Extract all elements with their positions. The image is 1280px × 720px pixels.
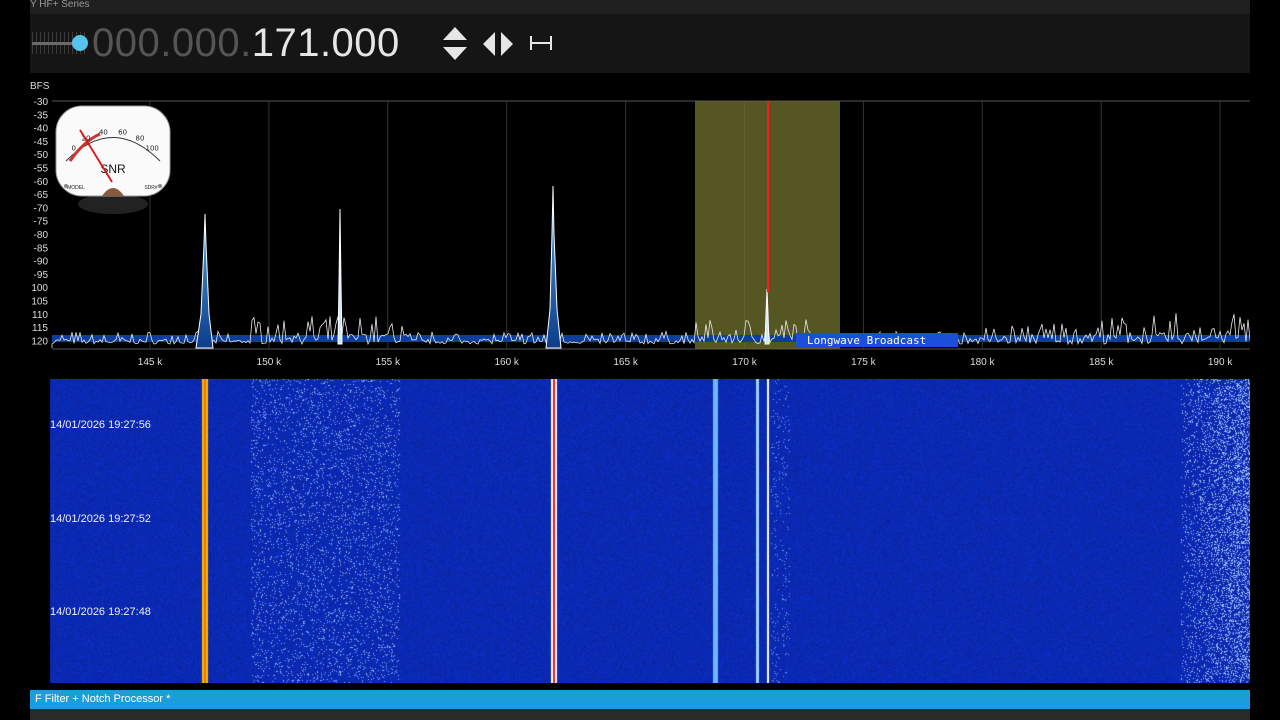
db-tick-label: 110 bbox=[32, 310, 48, 321]
frequency-tick-label: 150 k bbox=[257, 357, 282, 368]
frequency-tick-label: 145 k bbox=[138, 357, 163, 368]
db-tick-label: -90 bbox=[34, 257, 49, 268]
volume-slider-knob[interactable] bbox=[72, 35, 88, 51]
frequency-digits[interactable]: 171.000 bbox=[252, 21, 400, 65]
frequency-tick-label: 170 k bbox=[732, 357, 757, 368]
spectrum-analyzer[interactable]: Longwave Broadcast -30 -35 -40 -45 -50 -55 -60… bbox=[30, 94, 1250, 374]
db-tick-label: -40 bbox=[34, 124, 49, 135]
frequency-tick-label: 160 k bbox=[494, 357, 519, 368]
snr-meter-scale-label: 60 bbox=[118, 129, 127, 137]
db-scale: -30 -35 -40 -45 -50 -55 -60 -65 -70 -75 -80 -85 -90 -… bbox=[31, 97, 48, 347]
waterfall-timestamp: 14/01/2026 19:27:56 bbox=[50, 419, 151, 431]
db-tick-label: -85 bbox=[34, 243, 49, 254]
spectrum-unit-label: BFS bbox=[30, 81, 50, 92]
left-right-arrows-icon[interactable] bbox=[481, 29, 515, 59]
frequency-tick-label: 155 k bbox=[376, 357, 401, 368]
frequency-tick-label: 190 k bbox=[1208, 357, 1233, 368]
snr-meter-scale-label: 0 bbox=[72, 144, 76, 152]
frequency-scale: 145 k 150 k 155 k 160 k 165 k 170 k 175 k 180 k… bbox=[138, 357, 1234, 368]
title-bar: Y HF+ Series bbox=[30, 0, 1250, 14]
up-down-arrows-icon[interactable] bbox=[440, 23, 470, 63]
frequency-tick-label: 165 k bbox=[613, 357, 638, 368]
snr-meter-scale-label: 80 bbox=[136, 134, 145, 142]
db-tick-label: -55 bbox=[34, 164, 49, 175]
db-tick-label: -45 bbox=[34, 137, 49, 148]
frequency-tick-label: 175 k bbox=[851, 357, 876, 368]
span-icon[interactable] bbox=[529, 34, 553, 52]
frequency-tick-label: 180 k bbox=[970, 357, 995, 368]
db-tick-label: -70 bbox=[34, 203, 49, 214]
band-label: Longwave Broadcast bbox=[807, 334, 926, 347]
frequency-header: 000.000.171.000 bbox=[30, 14, 1250, 73]
db-tick-label: -30 bbox=[34, 97, 49, 108]
plugin-status-bar[interactable]: F Filter + Notch Processor * bbox=[30, 690, 1250, 709]
db-tick-label: -80 bbox=[34, 230, 49, 241]
snr-meter-right-caption: SDR# bbox=[144, 185, 158, 191]
db-tick-label: 120 bbox=[31, 336, 48, 347]
db-tick-label: -95 bbox=[34, 270, 49, 281]
waterfall-display[interactable]: 14/01/2026 19:27:56 14/01/2026 19:27:52 … bbox=[30, 379, 1250, 683]
snr-meter-scale-label: 40 bbox=[99, 129, 108, 137]
waterfall-canvas[interactable] bbox=[30, 379, 1250, 683]
waterfall-timestamp: 14/01/2026 19:27:52 bbox=[50, 513, 151, 525]
plugin-status-text: F Filter + Notch Processor * bbox=[35, 693, 171, 705]
db-tick-label: 105 bbox=[31, 297, 48, 308]
db-tick-label: -60 bbox=[34, 177, 49, 188]
db-tick-label: -65 bbox=[34, 190, 49, 201]
sdr-app: Y HF+ Series 000.000.171.000 BFS Longwav… bbox=[30, 0, 1250, 720]
frequency-leading-digits[interactable]: 000.000. bbox=[92, 21, 252, 65]
waterfall-timestamp: 14/01/2026 19:27:48 bbox=[50, 606, 151, 618]
snr-meter-scale-label: 100 bbox=[146, 144, 159, 152]
db-tick-label: -35 bbox=[34, 110, 49, 121]
window-title: Y HF+ Series bbox=[30, 0, 90, 10]
db-tick-label: -75 bbox=[34, 217, 49, 228]
db-tick-label: 100 bbox=[31, 283, 48, 294]
bottom-panel bbox=[30, 709, 1250, 720]
db-tick-label: 115 bbox=[32, 323, 48, 334]
frequency-tick-label: 185 k bbox=[1089, 357, 1114, 368]
snr-meter-left-caption: MODEL bbox=[67, 185, 85, 191]
db-tick-label: -50 bbox=[34, 150, 49, 161]
spectrum-plot-area bbox=[52, 101, 1250, 349]
frequency-display[interactable]: 000.000.171.000 bbox=[92, 20, 400, 66]
